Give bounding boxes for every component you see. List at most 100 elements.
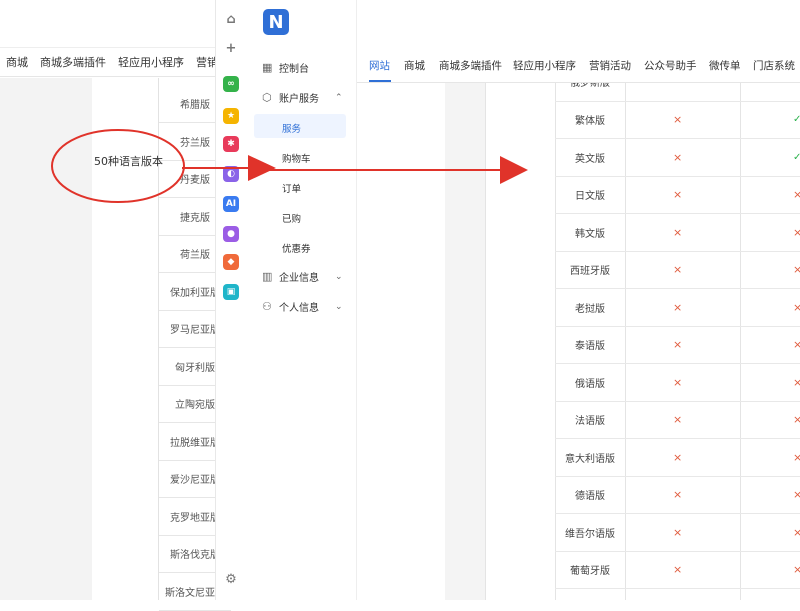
network-app-icon[interactable]: ✱	[223, 136, 239, 152]
table-cell-name: 老挝版	[575, 303, 605, 315]
circle-app-icon[interactable]: ◐	[223, 166, 239, 182]
tab-store-system[interactable]: 门店系统	[753, 58, 795, 73]
background-nav: 商城 商城多端插件 轻应用小程序 营销	[0, 47, 230, 77]
sidebar-subitem-coupons[interactable]: 优惠券	[282, 241, 311, 255]
cross-icon: ×	[793, 188, 800, 201]
sidebar-item-label: 控制台	[279, 64, 309, 75]
table-row: 维吾尔语版 × ×	[555, 514, 800, 552]
table-row: 葡萄牙版 × ×	[555, 551, 800, 589]
sidebar-item-console[interactable]: ▦ 控制台	[262, 60, 309, 75]
sidebar-item-personal-info[interactable]: ⚇ 个人信息 ⌄	[262, 299, 343, 314]
tool-app-icon[interactable]: ▣	[223, 284, 239, 300]
sidebar-subitem-service[interactable]: 服务	[282, 121, 301, 135]
cross-icon: ×	[673, 300, 683, 314]
cross-icon: ×	[793, 263, 800, 276]
tab-mall-plugin[interactable]: 商城多端插件	[439, 58, 502, 73]
person-icon: ⚇	[262, 300, 272, 313]
sidebar-subitem-orders[interactable]: 订单	[282, 181, 301, 195]
building-icon: ▥	[262, 270, 273, 283]
cross-icon: ×	[673, 338, 683, 351]
sidebar-item-label: 账户服务	[279, 94, 319, 105]
table-row-partial: 俄罗斯版	[555, 83, 800, 102]
table-cell-name: 韩文版	[575, 228, 605, 240]
table-cell-name: 意大利语版	[565, 453, 615, 465]
table-cell-name: 维吾尔语版	[565, 528, 615, 540]
tab-website[interactable]: 网站	[369, 58, 390, 73]
cross-icon: ×	[673, 113, 683, 126]
table-row: 韩文版 × ×	[555, 214, 800, 252]
check-icon: ✓	[793, 114, 800, 125]
cross-icon: ×	[673, 188, 683, 201]
tab-mini-program[interactable]: 轻应用小程序	[513, 58, 576, 73]
bg-nav-item[interactable]: 商城多端插件	[40, 54, 106, 70]
cross-icon: ×	[673, 563, 683, 576]
table-row: 泰语版 × ×	[555, 326, 800, 364]
cross-icon: ×	[673, 263, 683, 276]
sidebar-subitem-cart[interactable]: 购物车	[282, 151, 311, 165]
brand-logo[interactable]: N	[263, 9, 289, 35]
sidebar-subitem-purchased[interactable]: 已购	[282, 211, 301, 225]
active-tab-indicator	[369, 80, 391, 82]
grid-icon: ▦	[262, 61, 273, 74]
home-icon[interactable]: ⌂	[223, 11, 239, 27]
cube-icon: ⬡	[262, 91, 272, 104]
table-cell-name: 繁体版	[575, 116, 605, 127]
table-cell-name: 西班牙版	[570, 266, 610, 277]
table-grey-strip	[445, 83, 485, 600]
link-app-icon[interactable]: ∞	[223, 76, 239, 92]
plus-icon[interactable]: +	[223, 40, 239, 56]
cross-icon: ×	[793, 563, 800, 576]
chat-app-icon[interactable]: ●	[223, 226, 239, 242]
table-row: 西班牙版 × ×	[555, 251, 800, 289]
cross-icon: ×	[793, 488, 800, 501]
table-cell-name: 葡萄牙版	[570, 566, 610, 577]
table-row: 繁体版 × ✓	[555, 101, 800, 139]
table-row: 英文版 × ✓	[555, 139, 800, 177]
gamepad-app-icon[interactable]: ◆	[223, 254, 239, 270]
table-cell-name: 德语版	[575, 491, 605, 502]
cross-icon: ×	[673, 450, 683, 464]
bg-nav-item[interactable]: 商城	[6, 54, 28, 70]
table-cell-name: 日文版	[575, 191, 605, 202]
cross-icon: ×	[793, 225, 800, 239]
table-row: 俄语版 × ×	[555, 364, 800, 402]
cross-icon: ×	[793, 413, 800, 426]
app-icon-rail: ⌂ + ∞ ★ ✱ ◐ AI ● ◆ ▣ ⚙	[215, 0, 247, 600]
tab-flyer[interactable]: 微传单	[709, 58, 741, 73]
top-nav: 网站 商城 商城多端插件 轻应用小程序 营销活动 公众号助手 微传单 门店系统	[357, 50, 800, 83]
table-row: 德语版 × ×	[555, 476, 800, 514]
cross-icon: ×	[673, 375, 683, 389]
cross-icon: ×	[673, 413, 683, 426]
ai-app-icon[interactable]: AI	[223, 196, 239, 212]
bg-nav-item[interactable]: 轻应用小程序	[118, 54, 184, 70]
check-icon: ✓	[793, 151, 800, 163]
cross-icon: ×	[793, 338, 800, 351]
sidebar-item-account-service[interactable]: ⬡ 账户服务 ⌃	[262, 90, 343, 105]
table-cell-name: 法语版	[575, 416, 605, 427]
cross-icon: ×	[793, 450, 800, 464]
cross-icon: ×	[793, 300, 800, 314]
table-cell-name: 泰语版	[575, 341, 605, 352]
star-app-icon[interactable]: ★	[223, 108, 239, 124]
cross-icon: ×	[673, 225, 683, 239]
tab-wechat-helper[interactable]: 公众号助手	[644, 58, 697, 73]
table-row: 意大利语版 × ×	[555, 439, 800, 477]
tab-marketing[interactable]: 营销活动	[589, 58, 631, 73]
table-row: 日文版 × ×	[555, 176, 800, 214]
cross-icon: ×	[793, 375, 800, 389]
table-row: 法语版 × ×	[555, 401, 800, 439]
sidebar-item-company-info[interactable]: ▥ 企业信息 ⌄	[262, 269, 343, 284]
table-divider	[485, 83, 486, 600]
chevron-down-icon: ⌄	[335, 271, 343, 282]
table-cell-name: 俄语版	[575, 378, 605, 390]
background-grey-column	[0, 78, 92, 600]
sidebar-item-label: 个人信息	[279, 303, 319, 314]
chevron-up-icon: ⌃	[335, 92, 343, 103]
cross-icon: ×	[673, 150, 683, 164]
sidebar-item-label: 企业信息	[279, 273, 319, 284]
tab-mall[interactable]: 商城	[404, 58, 425, 73]
cross-icon: ×	[673, 525, 683, 539]
settings-icon[interactable]: ⚙	[223, 571, 239, 587]
annotation-language-count: 50种语言版本	[94, 155, 163, 168]
table-row: 老挝版 × ×	[555, 289, 800, 327]
